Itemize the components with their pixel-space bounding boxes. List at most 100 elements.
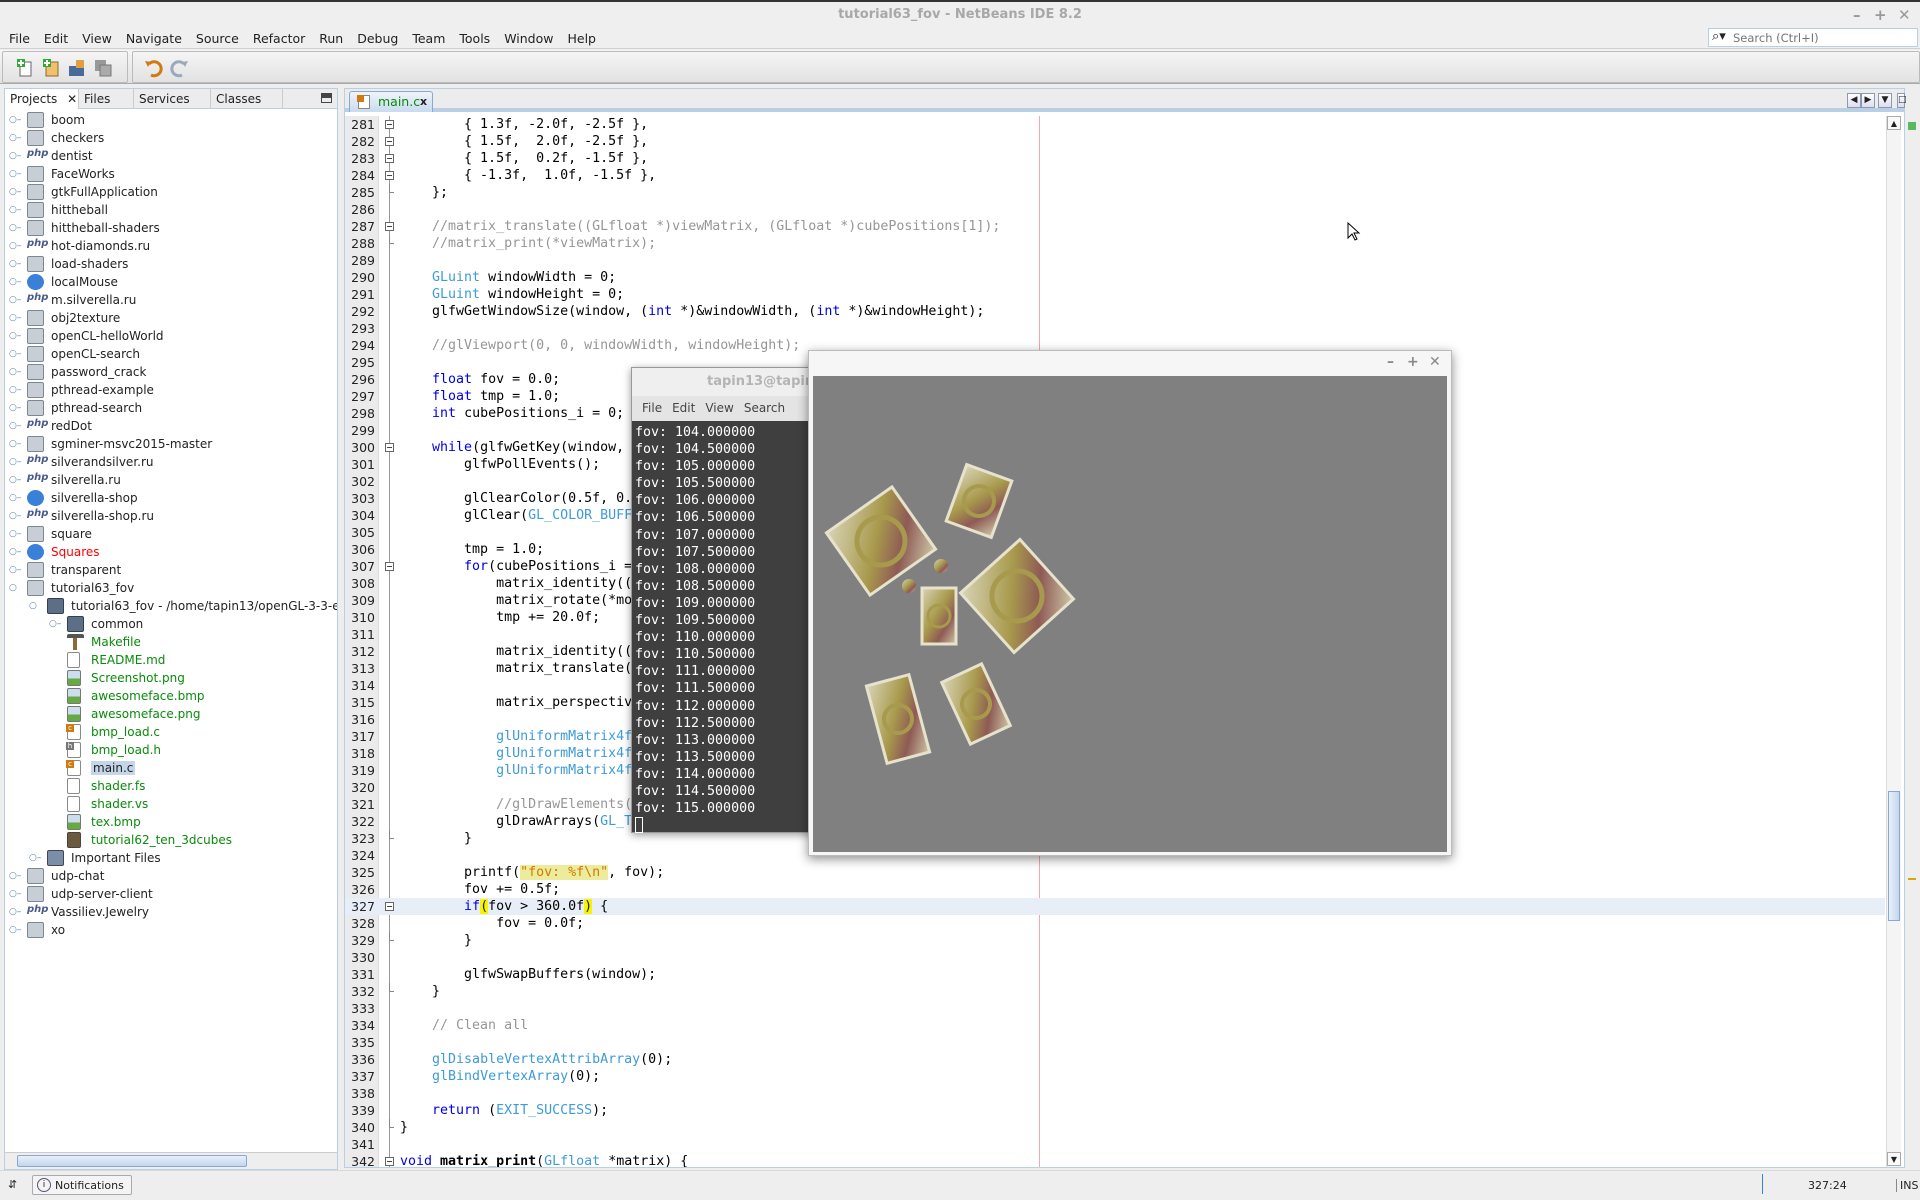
code-line[interactable]: 341 xyxy=(345,1136,1885,1153)
code-line[interactable]: 328 fov = 0.0f; xyxy=(345,915,1885,932)
code-line[interactable]: 327 if(fov > 360.0f) { xyxy=(345,898,1885,915)
collapsed-icon[interactable]: ○– xyxy=(9,907,21,917)
code-line[interactable]: 326 fov += 0.5f; xyxy=(345,881,1885,898)
collapsed-icon[interactable]: ○– xyxy=(9,187,21,197)
vertical-scrollbar[interactable]: ▲ ▼ xyxy=(1886,116,1901,1167)
fold-toggle-icon[interactable] xyxy=(385,154,394,163)
close-button[interactable]: ✕ xyxy=(1429,354,1441,370)
search-icon[interactable]: ⌕▾ xyxy=(1712,29,1726,44)
tree-item[interactable]: main.c xyxy=(5,759,337,777)
tree-item[interactable]: README.md xyxy=(5,651,337,669)
scroll-up-icon[interactable]: ▲ xyxy=(1887,116,1901,130)
collapsed-icon[interactable]: ○– xyxy=(9,115,21,125)
open-project-icon[interactable] xyxy=(67,58,87,78)
tree-item[interactable]: ○ tutorial63_fov xyxy=(5,579,337,597)
code-line[interactable]: 287 //matrix_translate((GLfloat *)viewMa… xyxy=(345,218,1885,235)
tree-item[interactable]: ○– boom xyxy=(5,111,337,129)
code-line[interactable]: 332 } xyxy=(345,983,1885,1000)
collapsed-icon[interactable]: ○– xyxy=(9,511,21,521)
code-line[interactable]: 293 xyxy=(345,320,1885,337)
fold-toggle-icon[interactable] xyxy=(385,222,394,231)
code-line[interactable]: 335 xyxy=(345,1034,1885,1051)
collapsed-icon[interactable]: ○– xyxy=(9,871,21,881)
tree-item[interactable]: ○– silverella-shop xyxy=(5,489,337,507)
code-line[interactable]: 285 }; xyxy=(345,184,1885,201)
collapsed-icon[interactable]: ○– xyxy=(9,331,21,341)
tree-item[interactable]: ○– square xyxy=(5,525,337,543)
tree-item[interactable]: ○– openCL-search xyxy=(5,345,337,363)
menu-tools[interactable]: Tools xyxy=(450,28,495,46)
collapsed-icon[interactable]: ○– xyxy=(9,421,21,431)
code-line[interactable]: 331 glfwSwapBuffers(window); xyxy=(345,966,1885,983)
tree-item[interactable]: ○– php redDot xyxy=(5,417,337,435)
new-project-icon[interactable] xyxy=(41,58,61,78)
collapsed-icon[interactable]: ○– xyxy=(9,259,21,269)
code-line[interactable]: 340} xyxy=(345,1119,1885,1136)
tree-item[interactable]: ○– localMouse xyxy=(5,273,337,291)
tab-files[interactable]: Files xyxy=(79,89,134,109)
menu-refactor[interactable]: Refactor xyxy=(244,28,310,46)
tree-item[interactable]: ○– Important Files xyxy=(5,849,337,867)
tree-item[interactable]: ○– sgminer-msvc2015-master xyxy=(5,435,337,453)
tree-item[interactable]: ○– common xyxy=(5,615,337,633)
terminal-menu-search[interactable]: Search xyxy=(734,396,785,415)
collapsed-icon[interactable]: ○– xyxy=(9,277,21,287)
menu-source[interactable]: Source xyxy=(187,28,244,46)
code-line[interactable]: 336 glDisableVertexAttribArray(0); xyxy=(345,1051,1885,1068)
tree-item[interactable]: Makefile xyxy=(5,633,337,651)
tree-item[interactable]: ○– transparent xyxy=(5,561,337,579)
caret-position[interactable]: 327:24 xyxy=(1808,1179,1847,1192)
tab-projects[interactable]: Projects ✕ xyxy=(5,89,79,109)
menu-file[interactable]: File xyxy=(0,28,35,46)
opengl-viewport[interactable] xyxy=(813,376,1447,852)
collapsed-icon[interactable]: ○– xyxy=(9,295,21,305)
show-opened-documents-icon[interactable]: ▼ xyxy=(1878,93,1892,108)
tab-classes[interactable]: Classes xyxy=(211,89,283,109)
collapsed-icon[interactable]: ○– xyxy=(9,925,21,935)
code-line[interactable]: 288 //matrix_print(*viewMatrix); xyxy=(345,235,1885,252)
new-file-icon[interactable] xyxy=(15,58,35,78)
tree-item[interactable]: ○– hittheball xyxy=(5,201,337,219)
menu-edit[interactable]: Edit xyxy=(35,28,73,46)
menu-navigate[interactable]: Navigate xyxy=(117,28,187,46)
annotation-marker[interactable] xyxy=(1908,878,1916,880)
opengl-window[interactable]: – + ✕ xyxy=(808,350,1452,856)
menu-window[interactable]: Window xyxy=(495,28,558,46)
collapsed-icon[interactable]: ○– xyxy=(49,619,61,629)
collapsed-icon[interactable]: ○– xyxy=(9,547,21,557)
tree-item[interactable]: ○– pthread-example xyxy=(5,381,337,399)
tree-item[interactable]: ○– php silverella.ru xyxy=(5,471,337,489)
minimize-button[interactable]: – xyxy=(1853,6,1861,24)
collapsed-icon[interactable]: ○– xyxy=(9,403,21,413)
minimize-button[interactable]: – xyxy=(1387,354,1394,370)
code-line[interactable]: 339 return (EXIT_SUCCESS); xyxy=(345,1102,1885,1119)
fold-toggle-icon[interactable] xyxy=(385,443,394,452)
tree-item[interactable]: ○– php dentist xyxy=(5,147,337,165)
collapsed-icon[interactable]: ○– xyxy=(9,223,21,233)
tree-item[interactable]: ○– openCL-helloWorld xyxy=(5,327,337,345)
collapsed-icon[interactable]: ○– xyxy=(9,529,21,539)
tree-item[interactable]: ○– gtkFullApplication xyxy=(5,183,337,201)
code-line[interactable]: 342 void matrix_print(GLfloat *matrix) { xyxy=(345,1153,1885,1167)
expanded-icon[interactable]: ○ xyxy=(29,601,41,611)
tree-item[interactable]: shader.vs xyxy=(5,795,337,813)
tree-item[interactable]: ○– xo xyxy=(5,921,337,939)
tree-item[interactable]: ○– password_crack xyxy=(5,363,337,381)
output-toggle-icon[interactable]: ⇵ xyxy=(8,1178,17,1191)
collapsed-icon[interactable]: ○– xyxy=(9,565,21,575)
tab-main-c[interactable]: main.c x xyxy=(349,91,433,112)
collapsed-icon[interactable]: ○– xyxy=(9,169,21,179)
code-line[interactable]: 333 xyxy=(345,1000,1885,1017)
tree-item[interactable]: shader.fs xyxy=(5,777,337,795)
maximize-button[interactable]: + xyxy=(1874,6,1887,24)
save-all-icon[interactable] xyxy=(93,58,113,78)
scroll-tabs-right-icon[interactable]: ▶ xyxy=(1861,93,1875,108)
terminal-menu-file[interactable]: File xyxy=(632,396,662,415)
undo-icon[interactable] xyxy=(144,58,164,78)
maximize-button[interactable]: + xyxy=(1407,354,1419,370)
code-line[interactable]: 283 { 1.5f, 0.2f, -1.5f }, xyxy=(345,150,1885,167)
tree-item[interactable]: ○– php silverandsilver.ru xyxy=(5,453,337,471)
code-line[interactable]: 289 xyxy=(345,252,1885,269)
tree-item[interactable]: ○– udp-server-client xyxy=(5,885,337,903)
tree-item[interactable]: ○– obj2texture xyxy=(5,309,337,327)
